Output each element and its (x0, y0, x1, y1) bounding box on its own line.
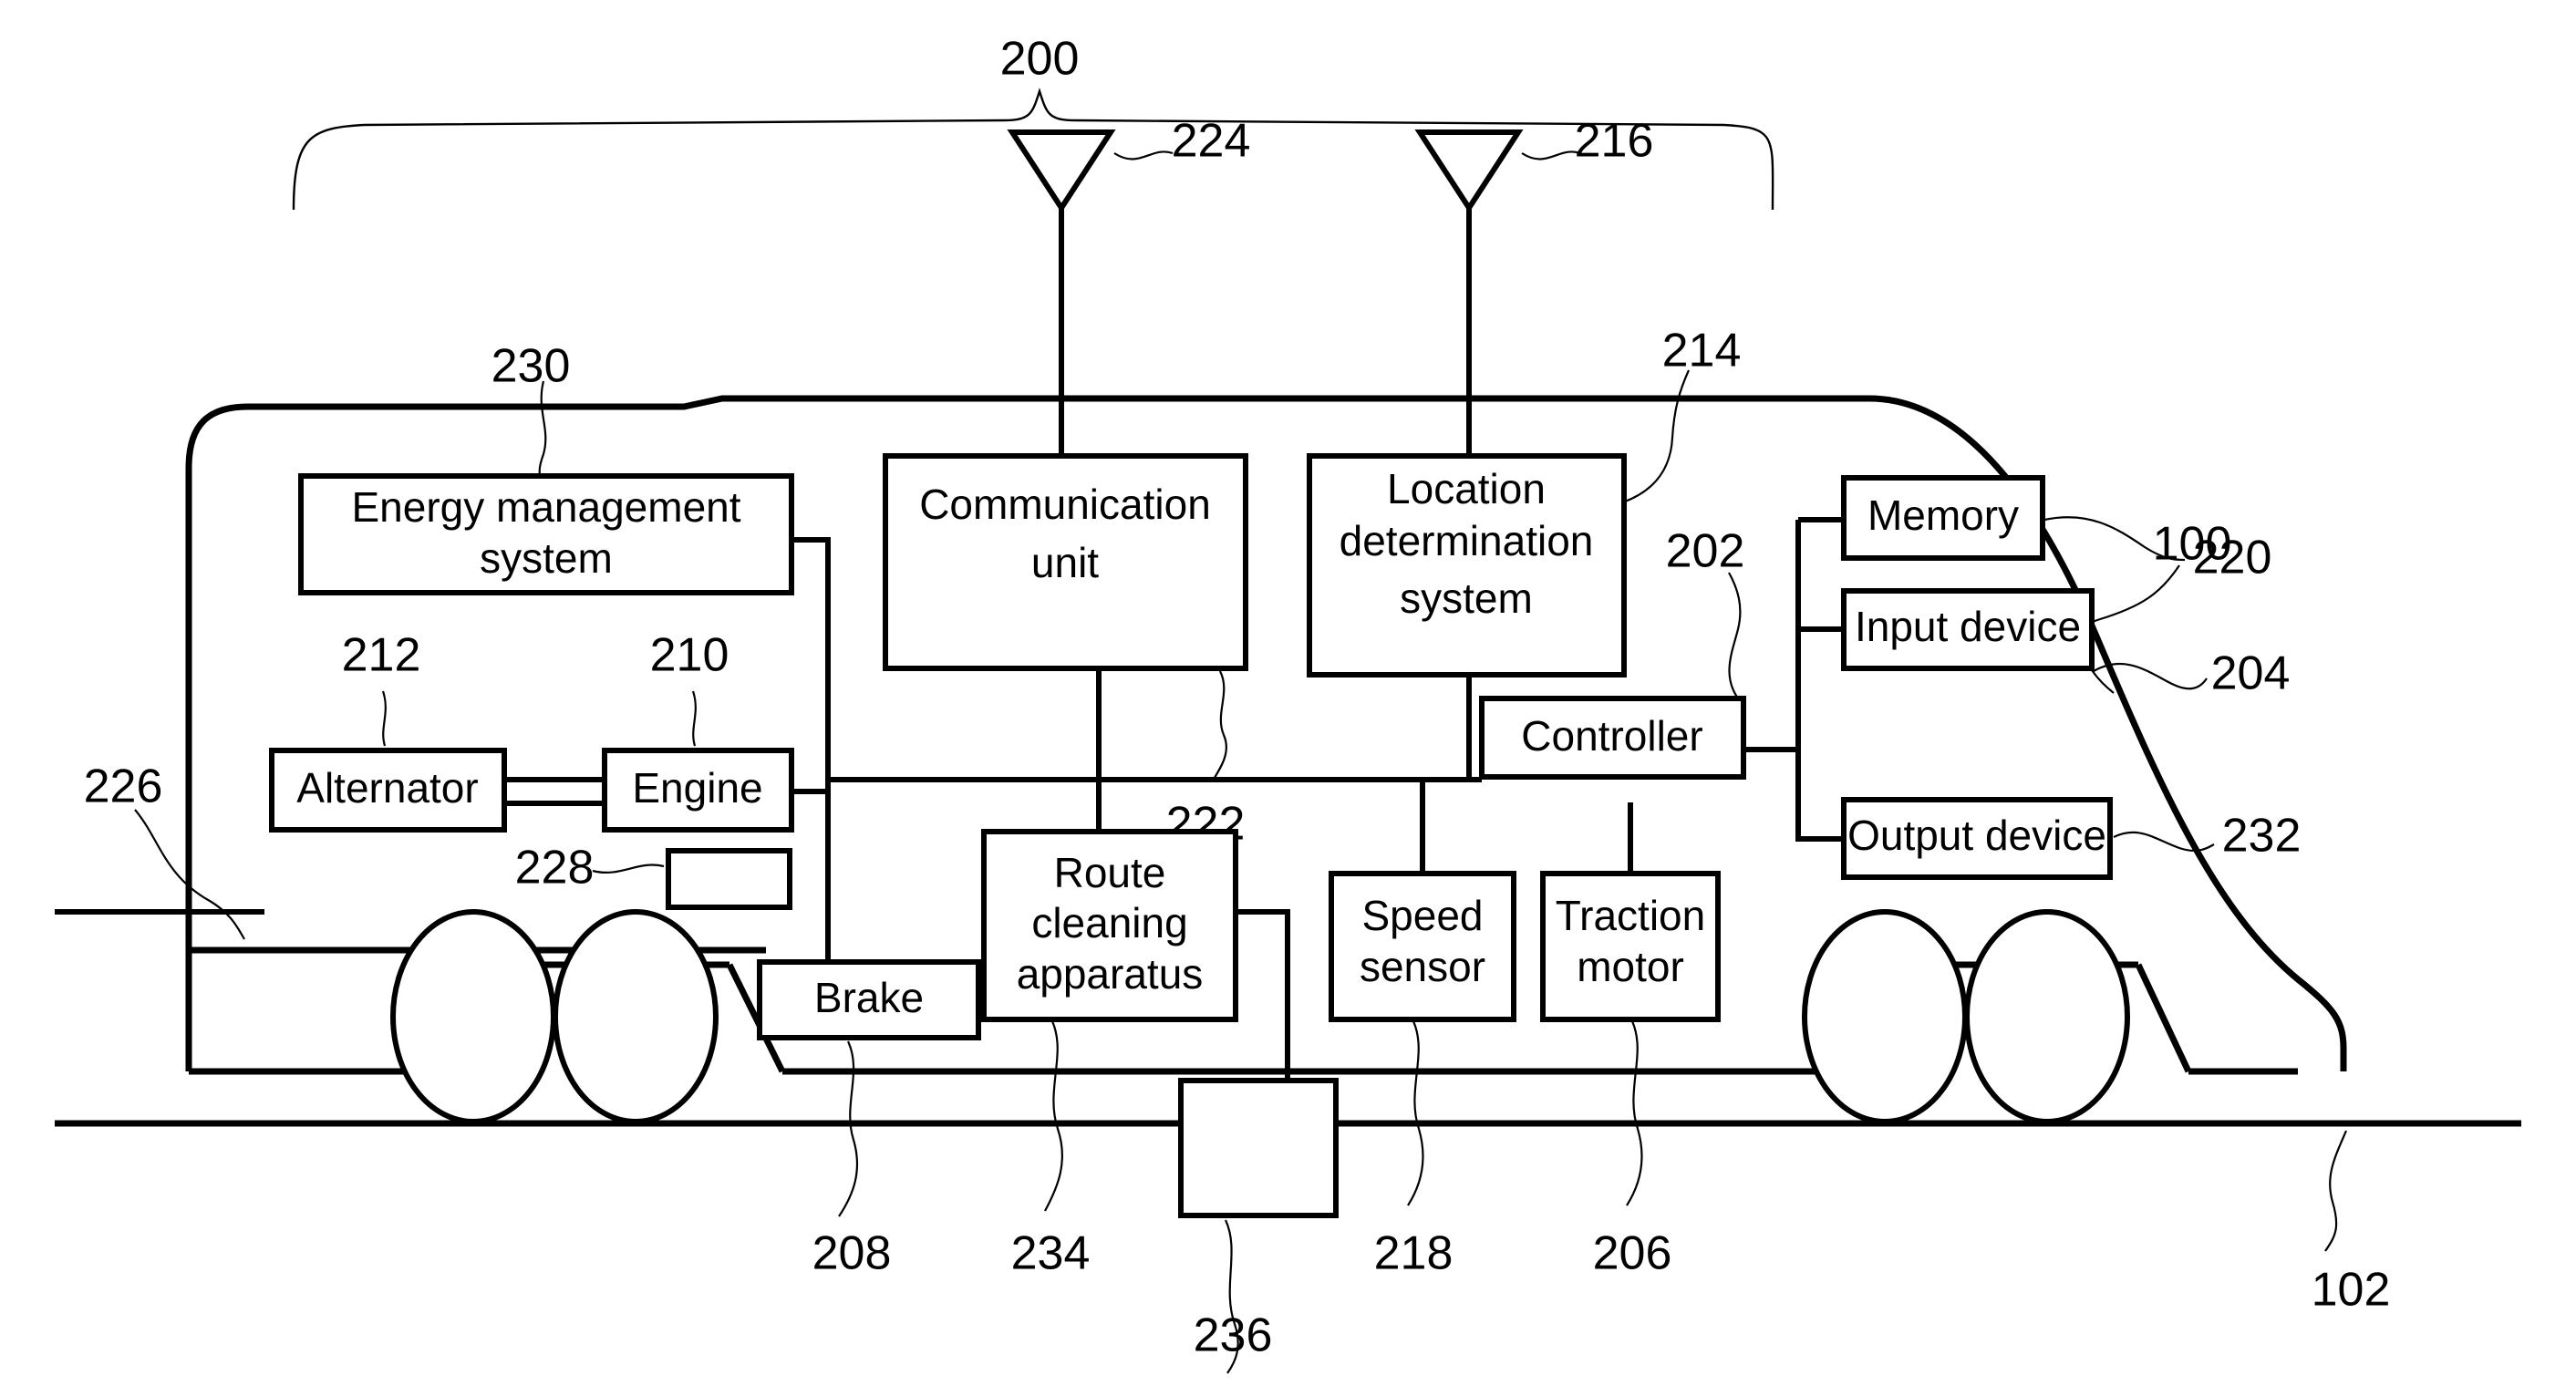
block-location-determination-system[interactable]: Location determination system (1307, 453, 1627, 677)
block-output-device[interactable]: Output device (1841, 797, 2113, 880)
block-route-cleaning-head[interactable] (1178, 1078, 1339, 1218)
lead-102 (2324, 1130, 2348, 1252)
block-controller[interactable]: Controller (1479, 696, 1746, 780)
lead-218 (1407, 1020, 1424, 1206)
lead-212 (381, 690, 387, 747)
speed-sensor-label-line1: Speed (1361, 892, 1483, 939)
ref-224: 224 (1172, 115, 1251, 168)
ref-216: 216 (1575, 115, 1654, 168)
location-determination-system-label-line1: Location (1387, 465, 1546, 512)
block-brake[interactable]: Brake (757, 959, 981, 1040)
traction-motor-label-line2: motor (1577, 943, 1684, 990)
memory-label: Memory (1867, 491, 2019, 539)
ref-230: 230 (491, 340, 571, 393)
block-input-device[interactable]: Input device (1841, 588, 2095, 671)
lead-232 (2113, 831, 2215, 853)
location-determination-system-label-line2: determination (1340, 517, 1594, 564)
traction-motor-label-line1: Traction (1556, 892, 1705, 939)
location-antenna-icon (1414, 129, 1524, 456)
lead-222 (1212, 670, 1228, 781)
lead-234 (1044, 1020, 1064, 1212)
brake-label: Brake (814, 974, 924, 1021)
wheel-rear-a-icon (1802, 909, 1968, 1124)
route-cleaning-apparatus-label-line3: apparatus (1017, 950, 1204, 998)
block-energy-management-system[interactable]: Energy management system (298, 473, 794, 595)
block-alternator[interactable]: Alternator (269, 748, 507, 833)
ref-232: 232 (2222, 810, 2302, 863)
patent-figure-canvas: 200 224 216 100 226 102 Energy managemen… (0, 0, 2576, 1386)
lead-228 (592, 864, 665, 874)
ref-228: 228 (515, 842, 595, 895)
communication-antenna-icon (1007, 129, 1116, 456)
lead-216 (1521, 150, 1581, 160)
ref-234: 234 (1011, 1227, 1091, 1280)
ref-200: 200 (1000, 33, 1080, 86)
input-device-label: Input device (1855, 603, 2081, 650)
communication-unit-label-line2: unit (1031, 539, 1099, 586)
ref-236: 236 (1194, 1309, 1273, 1362)
lead-202 (1728, 572, 1742, 699)
energy-management-system-label-line1: Energy management (351, 483, 740, 531)
block-route-cleaning-apparatus[interactable]: Route cleaning apparatus (981, 829, 1238, 1022)
engine-label: Engine (632, 764, 762, 812)
block-communication-unit[interactable]: Communication unit (883, 453, 1248, 671)
location-determination-system-label-line3: system (1400, 574, 1533, 622)
ref-204: 204 (2211, 647, 2291, 700)
energy-management-system-label-line2: system (480, 534, 613, 582)
speed-sensor-label-line2: sensor (1360, 943, 1485, 990)
wheel-front-a-icon (390, 909, 556, 1124)
block-fuel-tank[interactable] (666, 848, 792, 910)
ref-212: 212 (342, 629, 421, 682)
ref-102: 102 (2312, 1264, 2391, 1317)
output-device-label: Output device (1847, 812, 2106, 859)
system-group-brace (292, 88, 1774, 211)
lead-230 (538, 380, 547, 477)
block-speed-sensor[interactable]: Speed sensor (1329, 871, 1516, 1022)
lead-206 (1626, 1020, 1643, 1206)
controller-label: Controller (1521, 712, 1702, 760)
ref-214: 214 (1662, 325, 1742, 378)
alternator-label: Alternator (296, 764, 478, 812)
ref-208: 208 (812, 1227, 892, 1280)
lead-214 (1624, 369, 1691, 503)
lead-224 (1113, 150, 1174, 160)
block-engine[interactable]: Engine (602, 748, 794, 833)
ref-202: 202 (1666, 525, 1745, 578)
communication-unit-label-line1: Communication (919, 481, 1211, 528)
alternator-engine-shaft (504, 777, 605, 806)
ref-220: 220 (2193, 532, 2272, 584)
ref-218: 218 (1374, 1227, 1454, 1280)
route-cleaning-apparatus-label-line2: cleaning (1031, 899, 1187, 946)
block-memory[interactable]: Memory (1841, 475, 2045, 561)
diagram-svg: 200 224 216 100 226 102 Energy managemen… (55, 33, 2521, 1374)
block-traction-motor[interactable]: Traction motor (1540, 871, 1721, 1022)
ref-226: 226 (84, 760, 163, 813)
wheel-front-b-icon (553, 909, 719, 1124)
ref-206: 206 (1593, 1227, 1672, 1280)
wheel-rear-b-icon (1964, 909, 2130, 1124)
lead-210 (691, 690, 697, 747)
ref-210: 210 (650, 629, 729, 682)
route-cleaning-apparatus-label-line1: Route (1054, 849, 1166, 896)
lead-208 (838, 1040, 859, 1217)
